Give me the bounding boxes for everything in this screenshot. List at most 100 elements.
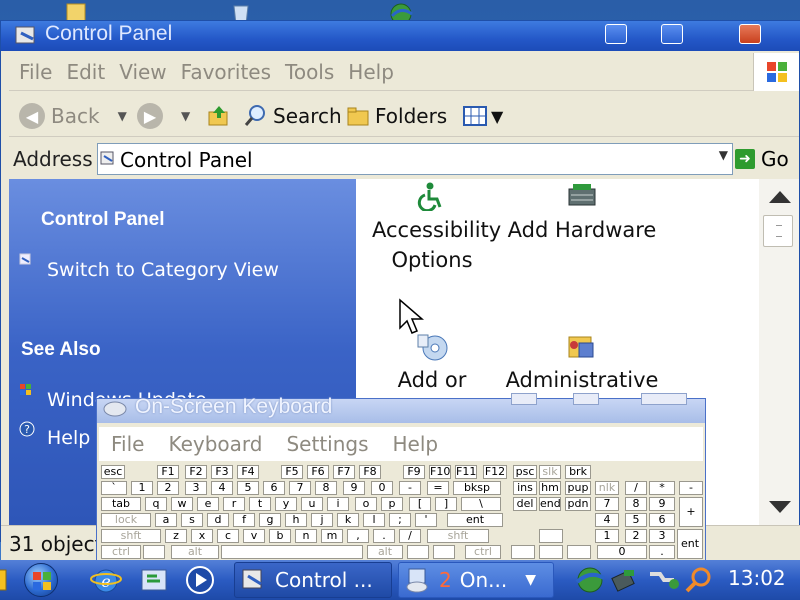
osk-key[interactable]: . bbox=[649, 545, 675, 559]
scroll-thumb[interactable] bbox=[763, 215, 793, 247]
osk-key[interactable]: F1 bbox=[157, 465, 179, 479]
minimize-button[interactable] bbox=[605, 24, 627, 44]
osk-key[interactable]: x bbox=[191, 529, 213, 543]
views-button[interactable]: ▼ bbox=[463, 101, 503, 131]
osk-key[interactable]: q bbox=[145, 497, 167, 511]
osk-key[interactable]: 4 bbox=[211, 481, 233, 495]
osk-key[interactable]: c bbox=[217, 529, 239, 543]
osk-key[interactable]: pup bbox=[565, 481, 591, 495]
osk-key[interactable]: ent bbox=[447, 513, 503, 527]
osk-key[interactable]: lock bbox=[101, 513, 151, 527]
osk-key[interactable]: m bbox=[321, 529, 343, 543]
administrative-tools-item[interactable]: Administrative bbox=[504, 331, 660, 395]
osk-key[interactable]: slk bbox=[539, 465, 561, 479]
osk-arrow-right-key[interactable] bbox=[567, 545, 591, 559]
osk-key[interactable]: b bbox=[269, 529, 291, 543]
osk-windows-key[interactable] bbox=[407, 545, 429, 559]
osk-key[interactable]: r bbox=[223, 497, 245, 511]
osk-arrow-down-key[interactable] bbox=[539, 545, 563, 559]
osk-key[interactable]: alt bbox=[367, 545, 403, 559]
menu-tools[interactable]: Tools bbox=[285, 60, 334, 84]
osk-key[interactable]: u bbox=[301, 497, 323, 511]
osk-key[interactable]: bksp bbox=[453, 481, 501, 495]
osk-key[interactable]: - bbox=[679, 481, 703, 495]
osk-app-key[interactable] bbox=[433, 545, 455, 559]
osk-menu-settings[interactable]: Settings bbox=[286, 432, 368, 456]
osk-key[interactable]: F7 bbox=[333, 465, 355, 479]
osk-key[interactable]: * bbox=[649, 481, 675, 495]
scroll-up-icon[interactable] bbox=[769, 191, 791, 203]
folders-button[interactable]: Folders bbox=[347, 101, 447, 131]
osk-key[interactable]: h bbox=[285, 513, 307, 527]
osk-space-key[interactable] bbox=[221, 545, 363, 559]
osk-windows-key[interactable] bbox=[143, 545, 165, 559]
osk-key[interactable]: + bbox=[679, 497, 703, 527]
osk-key[interactable]: F6 bbox=[307, 465, 329, 479]
add-or-remove-programs-item[interactable]: Add or bbox=[372, 331, 492, 395]
osk-menu-help[interactable]: Help bbox=[393, 432, 439, 456]
osk-key[interactable]: 4 bbox=[595, 513, 619, 527]
osk-maximize-button[interactable] bbox=[573, 393, 599, 405]
osk-key[interactable]: F4 bbox=[237, 465, 259, 479]
osk-key[interactable]: s bbox=[181, 513, 203, 527]
osk-key[interactable]: f bbox=[233, 513, 255, 527]
forward-button[interactable]: ▶ ▼ bbox=[137, 101, 190, 131]
show-desktop-icon[interactable] bbox=[138, 564, 170, 596]
menu-view[interactable]: View bbox=[119, 60, 166, 84]
osk-key[interactable]: 2 bbox=[157, 481, 179, 495]
osk-key[interactable]: tab bbox=[101, 497, 141, 511]
osk-key[interactable]: g bbox=[259, 513, 281, 527]
osk-key[interactable]: . bbox=[373, 529, 395, 543]
osk-key[interactable]: 6 bbox=[649, 513, 675, 527]
osk-key[interactable]: 9 bbox=[649, 497, 675, 511]
osk-key[interactable]: ; bbox=[389, 513, 411, 527]
osk-key[interactable]: ins bbox=[513, 481, 537, 495]
accessibility-options-item[interactable]: Accessibility Options bbox=[372, 181, 501, 275]
internet-explorer-icon[interactable]: e bbox=[90, 564, 122, 596]
back-dropdown-icon[interactable]: ▼ bbox=[118, 109, 127, 123]
osk-key[interactable]: n bbox=[295, 529, 317, 543]
osk-key[interactable]: 5 bbox=[237, 481, 259, 495]
address-dropdown-icon[interactable]: ▼ bbox=[719, 148, 728, 162]
osk-arrow-up-key[interactable] bbox=[539, 529, 563, 543]
osk-key[interactable]: ] bbox=[435, 497, 457, 511]
osk-key[interactable]: ' bbox=[415, 513, 437, 527]
osk-key[interactable]: [ bbox=[409, 497, 431, 511]
osk-titlebar[interactable]: On-Screen Keyboard bbox=[97, 393, 705, 423]
help-link[interactable]: Help bbox=[47, 427, 90, 449]
osk-key[interactable]: end bbox=[539, 497, 561, 511]
osk-key[interactable]: t bbox=[249, 497, 271, 511]
osk-key[interactable]: / bbox=[399, 529, 421, 543]
osk-key[interactable]: l bbox=[363, 513, 385, 527]
osk-key[interactable]: 9 bbox=[343, 481, 365, 495]
media-player-icon[interactable] bbox=[184, 564, 216, 596]
osk-key[interactable]: hm bbox=[539, 481, 561, 495]
osk-key[interactable]: ctrl bbox=[101, 545, 141, 559]
menu-help[interactable]: Help bbox=[348, 60, 394, 84]
window-titlebar[interactable]: Control Panel bbox=[1, 21, 800, 51]
osk-key[interactable]: e bbox=[197, 497, 219, 511]
osk-menu-file[interactable]: File bbox=[111, 432, 144, 456]
safely-remove-hardware-icon[interactable] bbox=[646, 566, 680, 594]
osk-key[interactable]: esc bbox=[101, 465, 125, 479]
taskbar-osk-group-button[interactable]: 2 On... ▼ bbox=[398, 562, 554, 598]
osk-key[interactable]: F3 bbox=[211, 465, 233, 479]
network-tray-icon[interactable] bbox=[574, 564, 606, 596]
osk-key[interactable]: = bbox=[427, 481, 449, 495]
clock[interactable]: 13:02 bbox=[728, 566, 786, 590]
osk-key[interactable]: alt bbox=[171, 545, 219, 559]
osk-key[interactable]: F11 bbox=[455, 465, 477, 479]
osk-key[interactable]: \ bbox=[461, 497, 501, 511]
osk-key[interactable]: 3 bbox=[185, 481, 207, 495]
osk-key[interactable]: F5 bbox=[281, 465, 303, 479]
osk-key[interactable]: F8 bbox=[359, 465, 381, 479]
vertical-scrollbar[interactable] bbox=[759, 179, 799, 525]
search-button[interactable]: Search bbox=[243, 101, 342, 131]
maximize-button[interactable] bbox=[661, 24, 683, 44]
start-button[interactable] bbox=[24, 563, 58, 597]
osk-close-button[interactable] bbox=[641, 393, 687, 405]
osk-key[interactable]: o bbox=[355, 497, 377, 511]
osk-key[interactable]: del bbox=[513, 497, 537, 511]
osk-arrow-left-key[interactable] bbox=[511, 545, 535, 559]
osk-key[interactable]: a bbox=[155, 513, 177, 527]
